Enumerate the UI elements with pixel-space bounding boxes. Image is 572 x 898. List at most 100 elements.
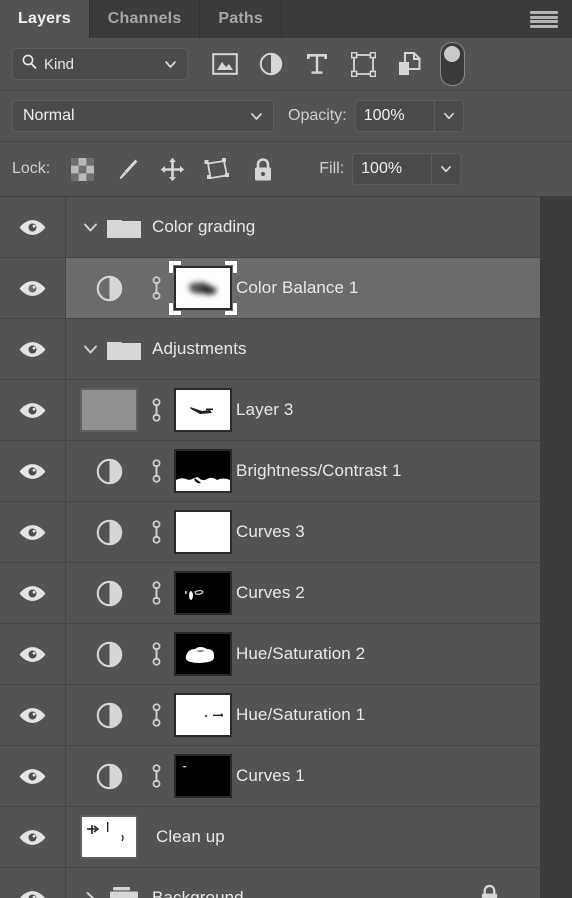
blend-mode-select[interactable]: Normal <box>12 100 274 132</box>
mask-link-icon[interactable] <box>142 762 170 790</box>
mask-link-icon[interactable] <box>142 701 170 729</box>
layer-mask-thumbnail[interactable] <box>169 261 237 315</box>
shape-layer-filter-icon[interactable] <box>340 44 386 84</box>
visibility-eye-icon[interactable] <box>0 380 66 440</box>
layer-name: Hue/Saturation 2 <box>236 644 366 663</box>
image-thumb-box <box>80 388 138 432</box>
visibility-eye-icon[interactable] <box>0 563 66 623</box>
layer-image-thumbnail[interactable] <box>76 815 142 859</box>
layer-row-content[interactable]: Hue/Saturation 1 <box>66 685 540 745</box>
visibility-eye-icon[interactable] <box>0 624 66 684</box>
chevron-right-icon[interactable] <box>76 890 104 898</box>
opacity-field[interactable]: 100% <box>354 100 464 132</box>
layer-image-thumbnail[interactable] <box>76 388 142 432</box>
pixel-layer-filter-icon[interactable] <box>202 44 248 84</box>
mask-thumb-box <box>169 261 237 315</box>
table-row[interactable]: Brightness/Contrast 1 <box>0 441 540 502</box>
layer-name: Curves 2 <box>236 583 305 602</box>
mask-thumb-box <box>174 510 232 554</box>
table-row[interactable]: Color grading <box>0 197 540 258</box>
fill-field[interactable]: 100% <box>352 153 462 185</box>
type-layer-filter-icon[interactable] <box>294 44 340 84</box>
layer-list-scrollbar[interactable] <box>540 197 572 898</box>
layer-mask-thumbnail[interactable] <box>170 388 236 432</box>
table-row[interactable]: Curves 3 <box>0 502 540 563</box>
visibility-eye-icon[interactable] <box>0 502 66 562</box>
table-row[interactable]: Background <box>0 868 540 898</box>
layer-row-content[interactable]: Curves 3 <box>66 502 540 562</box>
table-row[interactable]: Curves 2 <box>0 563 540 624</box>
mask-link-icon[interactable] <box>142 274 170 302</box>
mask-link-icon[interactable] <box>142 518 170 546</box>
mask-thumb-box <box>174 693 232 737</box>
filter-kind-select[interactable]: Kind <box>12 48 188 80</box>
layer-row-content[interactable]: Color Balance 1 <box>66 258 540 318</box>
layer-row-content[interactable]: Clean up <box>66 807 540 867</box>
layer-mask-thumbnail[interactable] <box>170 754 236 798</box>
table-row[interactable]: Curves 1 <box>0 746 540 807</box>
visibility-eye-icon[interactable] <box>0 197 66 257</box>
layer-name: Curves 3 <box>236 522 305 541</box>
opacity-value[interactable]: 100% <box>356 101 434 131</box>
layer-row-content[interactable]: Background <box>66 868 540 898</box>
visibility-eye-icon[interactable] <box>0 685 66 745</box>
lock-position-icon[interactable] <box>150 149 195 189</box>
layer-mask-thumbnail[interactable] <box>170 632 236 676</box>
filter-enable-toggle[interactable] <box>440 42 465 86</box>
adjustment-half-circle-icon <box>76 580 142 607</box>
lock-image-pixels-icon[interactable] <box>105 149 150 189</box>
smart-object-filter-icon[interactable] <box>386 44 432 84</box>
table-row[interactable]: Color Balance 1 <box>0 258 540 319</box>
layer-row-content[interactable]: Curves 1 <box>66 746 540 806</box>
mask-link-icon[interactable] <box>142 640 170 668</box>
layer-row-content[interactable]: Curves 2 <box>66 563 540 623</box>
layer-row-content[interactable]: Layer 3 <box>66 380 540 440</box>
image-thumb-box <box>80 815 138 859</box>
layer-mask-thumbnail[interactable] <box>170 571 236 615</box>
table-row[interactable]: Layer 3 <box>0 380 540 441</box>
layer-mask-thumbnail[interactable] <box>170 510 236 554</box>
layer-row-content[interactable]: Adjustments <box>66 319 540 379</box>
mask-link-icon[interactable] <box>142 457 170 485</box>
layer-row-content[interactable]: Brightness/Contrast 1 <box>66 441 540 501</box>
opacity-stepper-chevron-down-icon[interactable] <box>433 101 463 131</box>
layer-list-wrapper: Color grading Color Balance 1 Adjustment… <box>0 197 572 898</box>
fill-stepper-chevron-down-icon[interactable] <box>431 154 460 184</box>
layer-name: Hue/Saturation 1 <box>236 705 366 724</box>
visibility-eye-icon[interactable] <box>0 441 66 501</box>
table-row[interactable]: Clean up <box>0 807 540 868</box>
visibility-eye-icon[interactable] <box>0 807 66 867</box>
fill-value[interactable]: 100% <box>353 154 431 184</box>
mask-thumb-box <box>174 388 232 432</box>
tab-channels[interactable]: Channels <box>90 0 201 38</box>
layer-mask-thumbnail[interactable] <box>170 693 236 737</box>
adjustment-layer-filter-icon[interactable] <box>248 44 294 84</box>
table-row[interactable]: Adjustments <box>0 319 540 380</box>
adjustment-half-circle-icon <box>76 458 142 485</box>
layer-mask-thumbnail[interactable] <box>170 449 236 493</box>
tab-paths[interactable]: Paths <box>200 0 282 38</box>
layer-row-content[interactable]: Hue/Saturation 2 <box>66 624 540 684</box>
visibility-eye-icon[interactable] <box>0 868 66 898</box>
visibility-eye-icon[interactable] <box>0 746 66 806</box>
table-row[interactable]: Hue/Saturation 1 <box>0 685 540 746</box>
lock-artboard-nesting-icon[interactable] <box>195 149 240 189</box>
mask-link-icon[interactable] <box>142 579 170 607</box>
chevron-down-icon <box>250 110 263 128</box>
visibility-eye-icon[interactable] <box>0 258 66 318</box>
opacity-label: Opacity: <box>288 107 347 124</box>
lock-all-icon[interactable] <box>240 149 285 189</box>
adjustment-half-circle-icon <box>76 519 142 546</box>
lock-transparency-icon[interactable] <box>60 149 105 189</box>
table-row[interactable]: Hue/Saturation 2 <box>0 624 540 685</box>
mask-link-icon[interactable] <box>142 396 170 424</box>
hamburger-menu-icon[interactable] <box>530 11 558 28</box>
visibility-eye-icon[interactable] <box>0 319 66 379</box>
chevron-down-icon[interactable] <box>76 341 104 358</box>
lock-row: Lock: Fill: 100% <box>0 142 572 197</box>
lock-icon[interactable] <box>479 884 500 898</box>
tab-layers[interactable]: Layers <box>0 0 90 38</box>
chevron-down-icon[interactable] <box>76 219 104 236</box>
layer-name: Brightness/Contrast 1 <box>236 461 402 480</box>
layer-row-content[interactable]: Color grading <box>66 197 540 257</box>
